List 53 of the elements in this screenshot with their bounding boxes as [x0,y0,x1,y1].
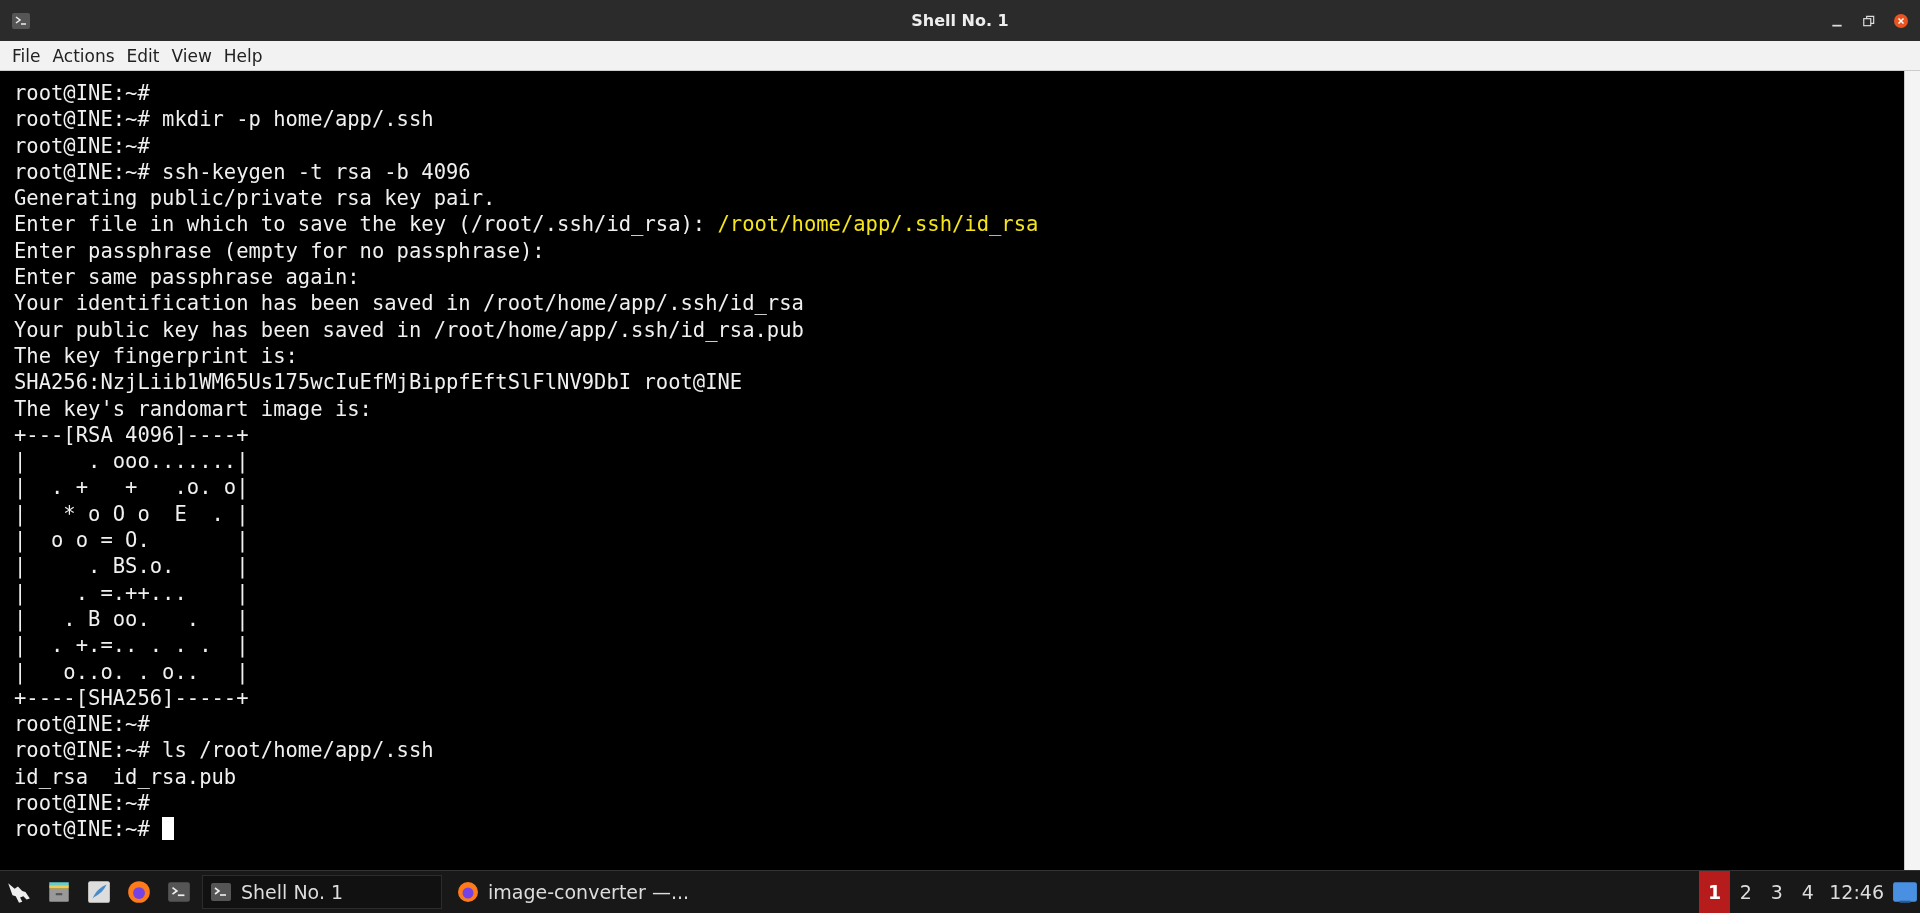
terminal-line: +----[SHA256]-----+ [14,685,249,712]
menu-item[interactable]: Edit [120,45,166,66]
terminal-line: | * o O o E . | [14,500,249,528]
terminal-line: The key's randomart image is: [14,395,372,422]
file-cabinet-icon[interactable] [46,879,72,905]
terminal-line: root@INE:~# ssh-keygen -t rsa -b 4096 [14,158,471,186]
terminal-line: id_rsa id_rsa.pub [14,763,237,790]
terminal-line: root@INE:~# [14,132,150,159]
terminal-line: Your identification has been saved in /root/home/app/.ssh/id_rsa [14,290,804,317]
terminal-line: | . B oo. . | [14,606,249,633]
terminal-line: SHA256:NzjLiib1WM65Us175wcIuEfMjBippfEftSlFlNV9DbI root@INE [14,369,743,396]
task-button[interactable]: image-converter —... [450,875,695,909]
terminal-line: Your public key has been saved in /root/home/app/.ssh/id_rsa.pub [14,316,804,343]
terminal-line: Enter file in which to save the key (/root/.ssh/id_rsa): /root/home/app/.ssh/id_rsa [14,211,1039,238]
scrollbar[interactable] [1904,71,1920,870]
terminal-line: Enter passphrase (empty for no passphrase): [14,237,545,265]
terminal-line: Generating public/private rsa key pair. [14,185,496,212]
menu-item[interactable]: Actions [46,45,121,66]
terminal-line: The key fingerprint is: [14,342,298,370]
workspace-button[interactable]: 4 [1792,871,1824,913]
terminal-line: | . +.=.. . . . | [14,632,249,659]
workspace-button[interactable]: 1 [1699,871,1731,913]
workspace-button[interactable]: 3 [1761,871,1793,913]
terminal-line: | . + + .o. o| [14,474,249,501]
menu-item[interactable]: Help [217,45,269,66]
terminal-line: root@INE:~# ls /root/home/app/.ssh [14,737,434,764]
terminal-icon [12,12,30,29]
show-desktop-icon[interactable] [1892,879,1918,905]
close-icon[interactable] [1894,13,1908,28]
menu-item[interactable]: File [6,45,47,66]
terminal-line: | o..o. . o.. | [14,658,249,685]
terminal-line: root@INE:~# [14,80,150,107]
terminal-line: | . BS.o. | [14,553,249,580]
terminal-line: Enter same passphrase again: [14,264,360,291]
terminal-line: | . ooo.......| [14,448,249,475]
browser-icon [456,880,480,904]
terminal-line: +---[RSA 4096]----+ [14,421,249,449]
terminal-line: | o o = O. | [14,527,249,554]
window-title: Shell No. 1 [911,11,1009,30]
task-button[interactable]: Shell No. 1 [202,875,442,909]
menu-item[interactable]: View [165,45,218,66]
terminal-line: root@INE:~# [14,790,150,817]
terminal-line: root@INE:~# [14,711,150,738]
terminal-line: | . =.++... | [14,579,249,606]
clock: 12:46 [1829,881,1884,903]
restore-icon[interactable] [1862,13,1876,28]
terminal-icon [209,880,233,904]
browser-icon[interactable] [126,879,152,905]
feather-icon[interactable] [86,879,112,905]
terminal-line: root@INE:~# mkdir -p home/app/.ssh [14,106,434,133]
terminal-line: root@INE:~# [14,816,175,843]
workspace-button[interactable]: 2 [1730,871,1762,913]
terminal-icon[interactable] [166,879,192,905]
